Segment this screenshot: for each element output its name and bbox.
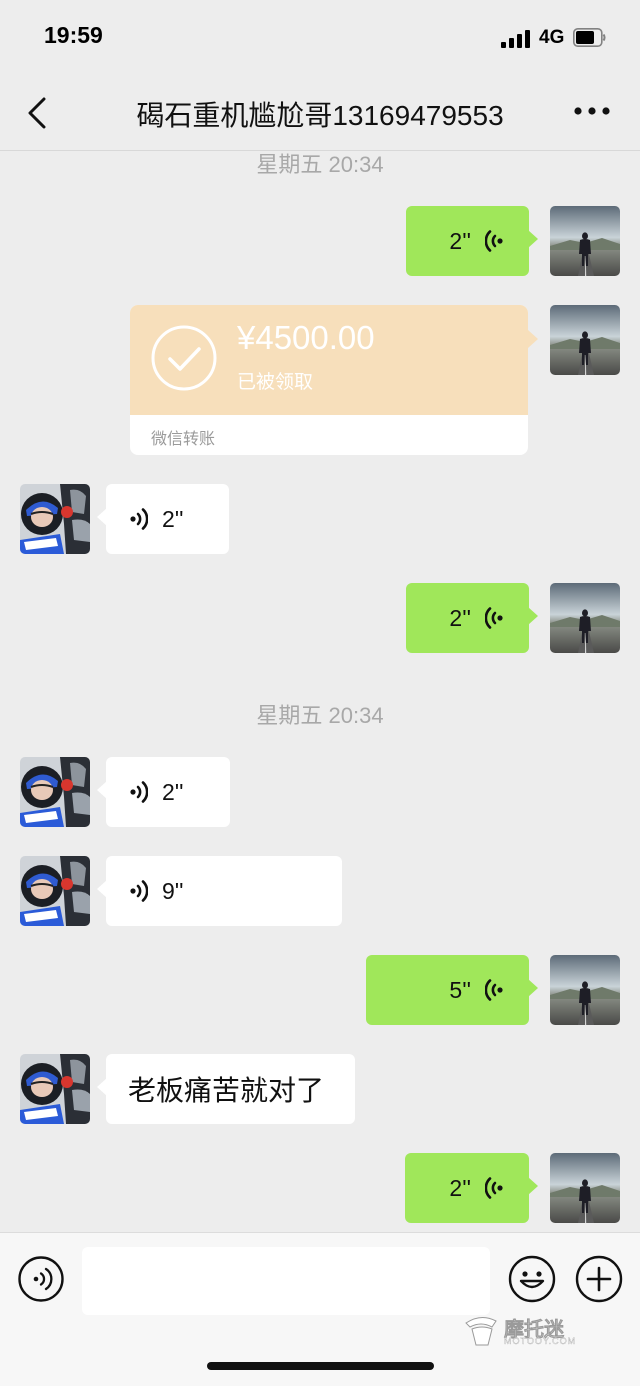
watermark: 摩托迷 MOTOOY.COM <box>462 1313 592 1353</box>
self-avatar[interactable] <box>550 206 620 276</box>
voice-duration: 2'' <box>449 604 471 631</box>
sent-voice-message[interactable]: 2'' <box>406 583 538 653</box>
timestamp-label: 星期五 20:34 <box>256 152 384 177</box>
voice-wave-icon <box>485 977 505 1003</box>
self-avatar[interactable] <box>550 1153 620 1223</box>
transfer-footer-label: 微信转账 <box>151 431 216 448</box>
transfer-status: 已被领取 <box>237 372 314 393</box>
voice-wave-icon <box>485 605 505 631</box>
voice-wave-icon <box>128 878 148 904</box>
sent-voice-message[interactable]: 2'' <box>406 206 538 276</box>
voice-duration: 9'' <box>162 877 184 904</box>
message-text: 老板痛苦就对了 <box>128 1075 325 1106</box>
voice-input-icon[interactable] <box>18 1256 64 1302</box>
transfer-card-tail <box>528 330 538 348</box>
home-indicator[interactable] <box>207 1362 434 1370</box>
received-voice-message[interactable]: 2'' <box>97 757 230 827</box>
received-text-message[interactable]: 老板痛苦就对了 <box>97 1054 355 1124</box>
transfer-card-header: ¥4500.00 已被领取 <box>130 305 528 415</box>
voice-duration: 2'' <box>162 778 184 805</box>
transfer-amount: ¥4500.00 <box>237 319 375 356</box>
network-label: 4G <box>539 27 565 48</box>
voice-wave-icon <box>485 228 505 254</box>
transfer-card[interactable]: ¥4500.00 已被领取 微信转账 <box>130 305 528 455</box>
more-icon[interactable] <box>572 103 612 119</box>
voice-duration: 2'' <box>449 227 471 254</box>
watermark-subtext: MOTOOY.COM <box>504 1336 577 1346</box>
signal-icon <box>501 30 533 48</box>
voice-duration: 2'' <box>162 505 184 532</box>
self-avatar[interactable] <box>550 305 620 375</box>
check-circle-icon <box>151 325 217 391</box>
voice-duration: 5'' <box>449 976 471 1003</box>
voice-wave-icon <box>128 506 148 532</box>
battery-icon <box>573 28 606 47</box>
contact-avatar[interactable] <box>20 1054 90 1124</box>
message-input[interactable] <box>82 1247 490 1315</box>
contact-avatar[interactable] <box>20 757 90 827</box>
contact-avatar[interactable] <box>20 856 90 926</box>
voice-duration: 2'' <box>449 1174 471 1201</box>
received-voice-message[interactable]: 9'' <box>97 856 342 926</box>
sent-voice-message[interactable]: 5'' <box>366 955 538 1025</box>
status-time: 19:59 <box>44 22 103 48</box>
contact-avatar[interactable] <box>20 484 90 554</box>
sent-voice-message[interactable]: 2'' <box>405 1153 538 1223</box>
voice-wave-icon <box>485 1175 505 1201</box>
self-avatar[interactable] <box>550 955 620 1025</box>
received-voice-message[interactable]: 2'' <box>97 484 229 554</box>
self-avatar[interactable] <box>550 583 620 653</box>
chat-title: 碣石重机尴尬哥13169479553 <box>136 100 504 131</box>
timestamp-label: 星期五 20:34 <box>256 703 384 728</box>
voice-wave-icon <box>128 779 148 805</box>
emoji-icon[interactable] <box>508 1255 556 1303</box>
plus-icon[interactable] <box>575 1255 623 1303</box>
watermark-logo-icon <box>465 1317 497 1346</box>
